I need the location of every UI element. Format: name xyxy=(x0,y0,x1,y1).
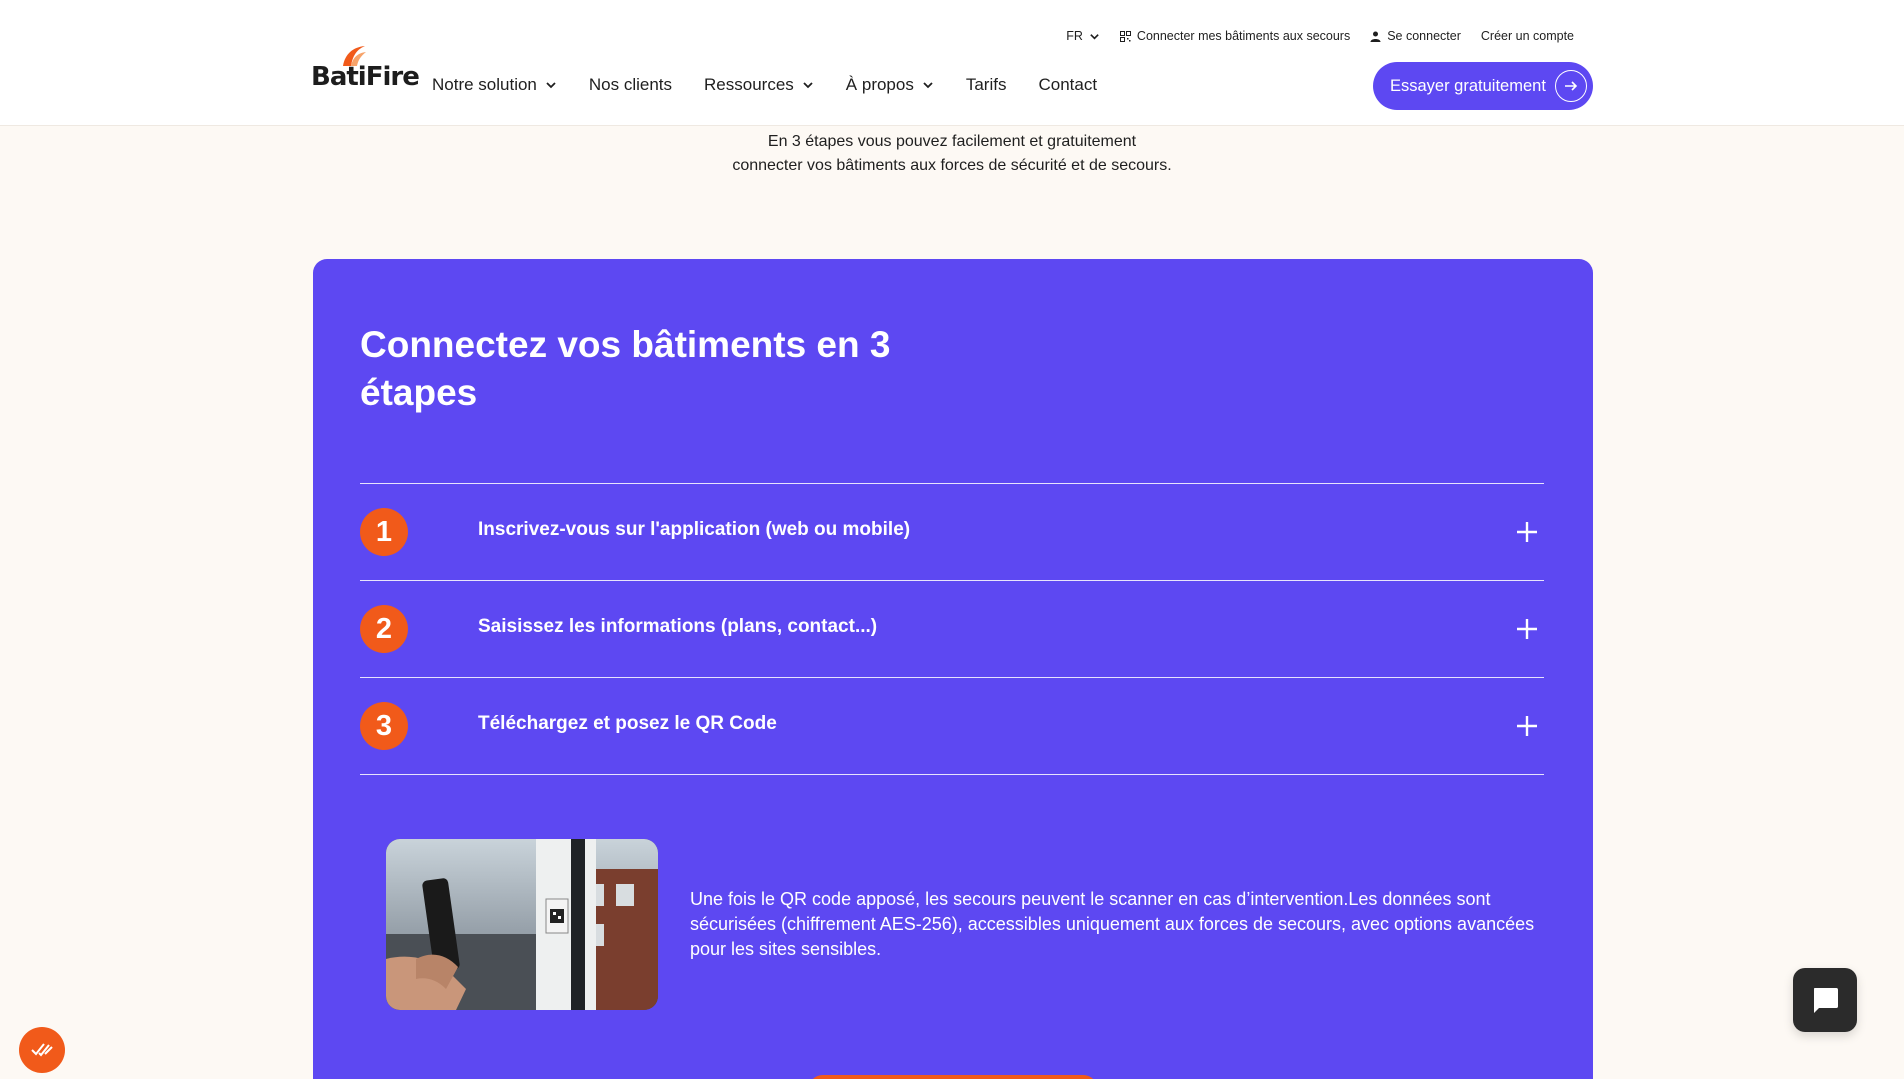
language-label: FR xyxy=(1066,29,1083,43)
accordion-step-2[interactable]: 2 Saisissez les informations (plans, con… xyxy=(360,580,1544,677)
signup-link[interactable]: Créer un compte xyxy=(1481,29,1574,43)
login-label: Se connecter xyxy=(1387,29,1461,43)
accordion-step-3[interactable]: 3 Téléchargez et posez le QR Code xyxy=(360,677,1544,775)
cookie-consent-icon xyxy=(31,1043,53,1057)
nav-item-ressources[interactable]: Ressources xyxy=(704,75,814,95)
nav-item-label: Ressources xyxy=(704,75,794,94)
logo-text: BatiFire xyxy=(311,62,420,92)
step-label: Saisissez les informations (plans, conta… xyxy=(478,616,878,637)
main-nav: Notre solution Nos clients Ressources À … xyxy=(432,72,1129,98)
cta-button-partial[interactable] xyxy=(808,1075,1098,1079)
chat-icon xyxy=(1814,988,1838,1013)
login-link[interactable]: Se connecter xyxy=(1370,29,1461,43)
chevron-down-icon xyxy=(803,82,813,89)
qr-description: Une fois le QR code apposé, les secours … xyxy=(690,889,1535,959)
try-free-label: Essayer gratuitement xyxy=(1390,76,1546,95)
nav-item-contact[interactable]: Contact xyxy=(1038,75,1097,95)
qr-scan-photo xyxy=(386,839,658,1010)
accordion-step-1[interactable]: 1 Inscrivez-vous sur l'application (web … xyxy=(360,483,1544,580)
user-icon xyxy=(1370,31,1381,42)
plus-icon[interactable] xyxy=(1516,618,1538,640)
plus-icon[interactable] xyxy=(1516,715,1538,737)
intro-line-1: En 3 étapes vous pouvez facilement et gr… xyxy=(767,133,1137,150)
step-number-badge: 2 xyxy=(360,605,408,653)
chevron-down-icon xyxy=(923,82,933,89)
cookie-consent-button[interactable] xyxy=(19,1027,65,1073)
nav-item-label: À propos xyxy=(845,75,914,94)
language-selector[interactable]: FR xyxy=(1066,29,1100,43)
nav-item-label: Contact xyxy=(1038,75,1098,94)
qr-scan-illustration xyxy=(386,839,658,1010)
step-number-badge: 3 xyxy=(360,702,408,750)
chat-widget-button[interactable] xyxy=(1793,968,1857,1032)
step-label: Téléchargez et posez le QR Code xyxy=(478,713,777,734)
nav-item-label: Nos clients xyxy=(588,75,673,94)
qr-code-icon xyxy=(1119,30,1131,42)
batifire-logo[interactable]: BatiFire xyxy=(311,44,420,94)
nav-item-label: Notre solution xyxy=(432,75,537,94)
intro-text: En 3 étapes vous pouvez facilement et gr… xyxy=(652,130,1252,178)
arrow-right-circle-icon xyxy=(1555,70,1587,102)
plus-icon[interactable] xyxy=(1516,521,1538,543)
site-header: BatiFire Notre solution Nos clients Ress… xyxy=(0,0,1904,126)
chevron-down-icon xyxy=(1090,33,1099,40)
nav-item-label: Tarifs xyxy=(965,75,1007,94)
nav-item-tarifs[interactable]: Tarifs xyxy=(966,75,1007,95)
signup-label: Créer un compte xyxy=(1480,29,1574,43)
nav-item-notre-solution[interactable]: Notre solution xyxy=(432,75,557,95)
step-label: Inscrivez-vous sur l'application (web ou… xyxy=(478,519,911,540)
step-number-badge: 1 xyxy=(360,508,408,556)
steps-accordion: 1 Inscrivez-vous sur l'application (web … xyxy=(360,483,1544,775)
connect-buildings-label: Connecter mes bâtiments aux secours xyxy=(1136,29,1351,43)
chevron-down-icon xyxy=(546,82,556,89)
intro-line-2: connecter vos bâtiments aux forces de sé… xyxy=(732,157,1172,174)
nav-item-a-propos[interactable]: À propos xyxy=(846,75,934,95)
utility-nav: FR Connecter mes bâtiments aux secours S… xyxy=(1046,26,1574,46)
steps-card: Connectez vos bâtiments en 3 étapes 1 In… xyxy=(313,259,1593,1079)
connect-buildings-link[interactable]: Connecter mes bâtiments aux secours xyxy=(1119,29,1351,43)
try-free-button[interactable]: Essayer gratuitement xyxy=(1373,62,1593,110)
nav-item-nos-clients[interactable]: Nos clients xyxy=(589,75,672,95)
section-title: Connectez vos bâtiments en 3 étapes xyxy=(360,324,891,413)
